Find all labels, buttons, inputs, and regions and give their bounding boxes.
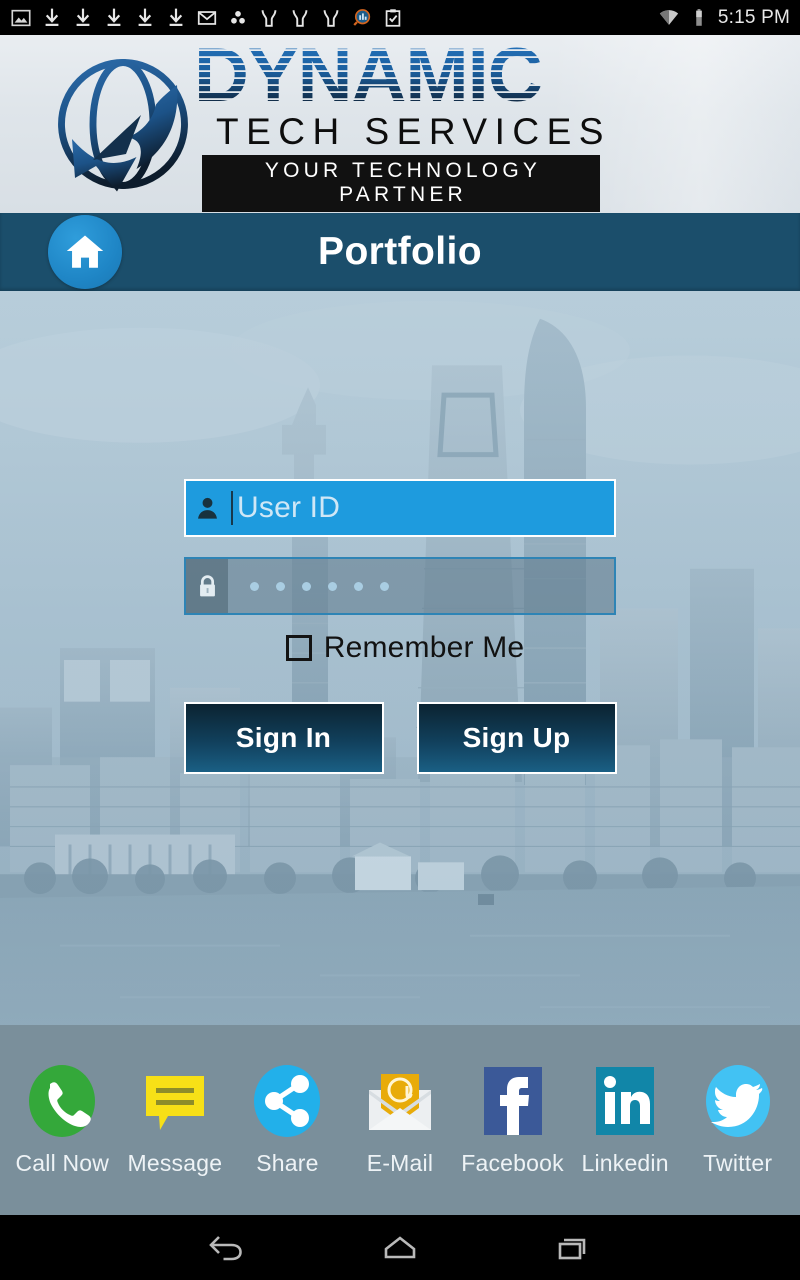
status-bar-clock: 5:15 PM (717, 6, 790, 28)
action-label: Facebook (461, 1149, 564, 1176)
status-bar-system-icons: 5:15 PM (658, 7, 790, 29)
remember-me-checkbox[interactable] (285, 635, 312, 661)
login-screen: User ID Remember Me Sign In Sign Up (0, 291, 800, 1025)
action-email[interactable]: E-Mail (348, 1064, 452, 1177)
brand-wordmark: DYNAMIC TECH SERVICES YOUR TECHNOLOGY PA… (194, 37, 611, 212)
facebook-icon (476, 1064, 550, 1138)
lock-icon (186, 559, 228, 613)
login-form: User ID Remember Me Sign In Sign Up (0, 479, 800, 774)
brand-subtitle: TECH SERVICES (216, 110, 611, 152)
password-dot (380, 581, 389, 591)
user-id-field[interactable]: User ID (184, 479, 616, 537)
auth-button-row: Sign In Sign Up (183, 702, 617, 774)
download-icon (138, 8, 152, 26)
download-icon (45, 8, 59, 26)
linkedin-icon (588, 1064, 662, 1138)
search-app-icon (353, 8, 371, 26)
globe-arrow-logo (58, 59, 188, 192)
password-dot (328, 581, 337, 591)
action-message[interactable]: Message (123, 1064, 227, 1177)
action-label: Twitter (703, 1149, 773, 1176)
download-icon (169, 8, 183, 26)
bottom-action-bar: Call Now Message Share E-Mail Facebook L… (0, 1025, 800, 1215)
action-label: Call Now (15, 1149, 110, 1176)
battery-icon (696, 8, 702, 26)
action-label: Message (127, 1149, 223, 1176)
password-dot (250, 581, 259, 591)
remember-me-row[interactable]: Remember Me (276, 631, 525, 665)
android-navigation-bar (0, 1215, 800, 1280)
gmail-icon (197, 10, 217, 25)
home-icon (66, 235, 104, 268)
action-call-now[interactable]: Call Now (10, 1064, 114, 1177)
download-icon (107, 8, 121, 26)
brand-header: DYNAMIC TECH SERVICES YOUR TECHNOLOGY PA… (0, 35, 800, 213)
brand-logo-group: DYNAMIC TECH SERVICES YOUR TECHNOLOGY PA… (0, 37, 611, 212)
password-dot (302, 581, 311, 591)
action-label: Share (256, 1149, 319, 1176)
app-root: 5:15 PM DYNAMIC TECH SERVICES YOUR TECHN… (0, 0, 800, 1280)
share-icon (250, 1064, 324, 1138)
password-masked-value (228, 581, 389, 591)
header-home-button[interactable] (48, 215, 122, 289)
sign-up-button[interactable]: Sign Up (416, 702, 617, 774)
email-icon (363, 1064, 437, 1138)
twitter-icon (701, 1064, 775, 1138)
brand-tagline: YOUR TECHNOLOGY PARTNER (202, 154, 600, 212)
yelp-icon (261, 9, 277, 27)
remember-me-label: Remember Me (323, 631, 525, 664)
message-icon (138, 1064, 212, 1138)
action-label: E-Mail (366, 1149, 434, 1176)
action-twitter[interactable]: Twitter (686, 1064, 790, 1177)
brand-name-text: DYNAMIC (194, 37, 543, 115)
clipboard-check-icon (385, 8, 401, 27)
action-linkedin[interactable]: Linkedin (573, 1064, 677, 1177)
password-dot (276, 581, 285, 591)
phone-icon (25, 1064, 99, 1138)
back-arrow-icon[interactable] (205, 1229, 249, 1267)
download-icon (76, 8, 90, 26)
action-label: Linkedin (581, 1149, 669, 1176)
image-icon (11, 9, 31, 26)
three-dots-icon (231, 10, 245, 24)
svg-text:DYNAMIC: DYNAMIC (194, 37, 542, 115)
password-dot (354, 581, 363, 591)
status-bar-notification-icons (10, 7, 658, 29)
user-id-placeholder: User ID (237, 491, 341, 524)
page-header: Portfolio (0, 213, 800, 291)
home-outline-icon[interactable] (378, 1229, 422, 1267)
page-title: Portfolio (318, 230, 482, 273)
action-facebook[interactable]: Facebook (461, 1064, 565, 1177)
status-bar: 5:15 PM (0, 0, 800, 35)
yelp-icon (323, 9, 339, 27)
action-share[interactable]: Share (235, 1064, 339, 1177)
sign-in-button[interactable]: Sign In (183, 702, 384, 774)
recents-icon[interactable] (551, 1229, 595, 1267)
password-field[interactable] (184, 557, 616, 615)
yelp-icon (292, 9, 308, 27)
wifi-icon (659, 9, 678, 25)
person-icon (186, 481, 228, 535)
